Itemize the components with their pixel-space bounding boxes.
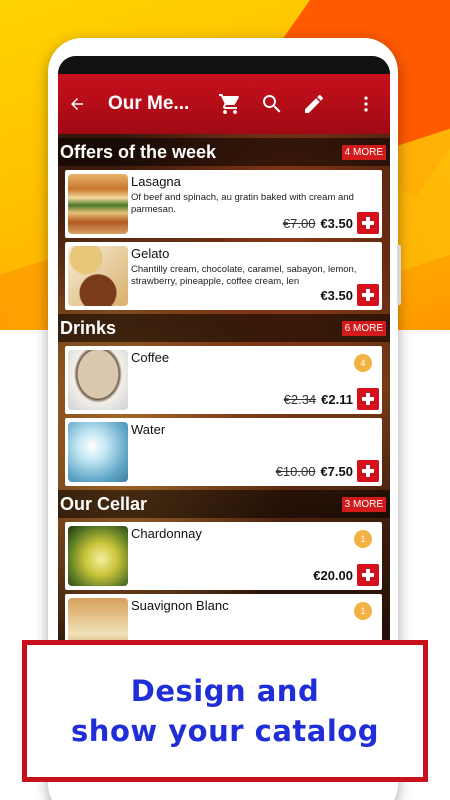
price-row: €20.00 — [313, 564, 379, 586]
price: €7.50 — [320, 463, 353, 479]
item-thumbnail — [68, 526, 128, 586]
item-body: Water €10.00 €7.50 — [131, 418, 382, 486]
section-header-cellar: Our Cellar 3 MORE — [58, 490, 390, 518]
item-name: Water — [131, 422, 166, 437]
add-to-cart-button[interactable] — [357, 388, 379, 410]
menu-item-card[interactable]: Chardonnay 1 €20.00 — [65, 522, 382, 590]
section-header-drinks: Drinks 6 MORE — [58, 314, 390, 342]
price-row: €3.50 — [320, 284, 379, 306]
item-name: Chardonnay — [131, 526, 202, 541]
item-thumbnail — [68, 246, 128, 306]
item-body: Chardonnay 1 €20.00 — [131, 522, 382, 590]
edit-pencil-icon[interactable] — [298, 88, 330, 120]
item-body: Gelato Chantilly cream, chocolate, caram… — [131, 242, 382, 310]
section-title: Our Cellar — [60, 493, 148, 514]
add-to-cart-button[interactable] — [357, 284, 379, 306]
promo-headline-line1: Design and — [130, 674, 320, 708]
add-to-cart-button[interactable] — [357, 564, 379, 586]
menu-item-card[interactable]: Coffee 4 €2.34 €2.11 — [65, 346, 382, 414]
toolbar-actions — [204, 88, 382, 120]
menu-item-card[interactable]: Gelato Chantilly cream, chocolate, caram… — [65, 242, 382, 310]
quantity-badge: 1 — [354, 530, 372, 548]
promo-banner: Design and show your catalog — [22, 640, 428, 782]
section-header-offers: Offers of the week 4 MORE — [58, 138, 390, 166]
search-icon[interactable] — [256, 88, 288, 120]
price: €2.11 — [321, 391, 353, 407]
item-name: Coffee — [131, 350, 170, 365]
app-screen: Our Me... Offers of the week 4 MORE Lasa… — [58, 56, 390, 656]
item-thumbnail — [68, 350, 128, 410]
price-row: €2.34 €2.11 — [284, 388, 379, 410]
more-vert-icon[interactable] — [350, 88, 382, 120]
more-button[interactable]: 6 MORE — [341, 320, 386, 336]
section-title: Offers of the week — [60, 141, 217, 162]
add-to-cart-button[interactable] — [357, 460, 379, 482]
more-button[interactable]: 4 MORE — [341, 144, 386, 160]
item-thumbnail — [68, 174, 128, 234]
status-bar — [58, 56, 390, 74]
section-title: Drinks — [60, 317, 117, 338]
item-thumbnail — [68, 422, 128, 482]
phone-side-button — [397, 245, 401, 305]
item-body: Lasagna Of beef and spinach, au gratin b… — [131, 170, 382, 238]
back-arrow-icon[interactable] — [68, 88, 86, 120]
add-to-cart-button[interactable] — [357, 212, 379, 234]
price: €3.50 — [320, 215, 353, 231]
item-name: Lasagna — [131, 174, 181, 189]
quantity-badge: 4 — [354, 354, 372, 372]
price-row: €10.00 €7.50 — [276, 460, 379, 482]
menu-item-card[interactable]: Water €10.00 €7.50 — [65, 418, 382, 486]
menu-item-card[interactable]: Lasagna Of beef and spinach, au gratin b… — [65, 170, 382, 238]
old-price: €7.00 — [282, 215, 316, 231]
app-toolbar: Our Me... — [58, 74, 390, 134]
price: €20.00 — [313, 567, 353, 583]
quantity-badge: 1 — [354, 602, 372, 620]
item-name: Suavignon Blanc — [131, 598, 229, 613]
cart-icon[interactable] — [214, 88, 246, 120]
price-row: €7.00 €3.50 — [283, 212, 379, 234]
price: €3.50 — [320, 287, 353, 303]
item-body: Coffee 4 €2.34 €2.11 — [131, 346, 382, 414]
old-price: €10.00 — [275, 463, 316, 479]
item-name: Gelato — [131, 246, 170, 261]
more-button[interactable]: 3 MORE — [341, 496, 386, 512]
old-price: €2.34 — [283, 391, 317, 407]
promo-headline-line2: show your catalog — [71, 714, 379, 748]
toolbar-title: Our Me... — [108, 93, 190, 114]
